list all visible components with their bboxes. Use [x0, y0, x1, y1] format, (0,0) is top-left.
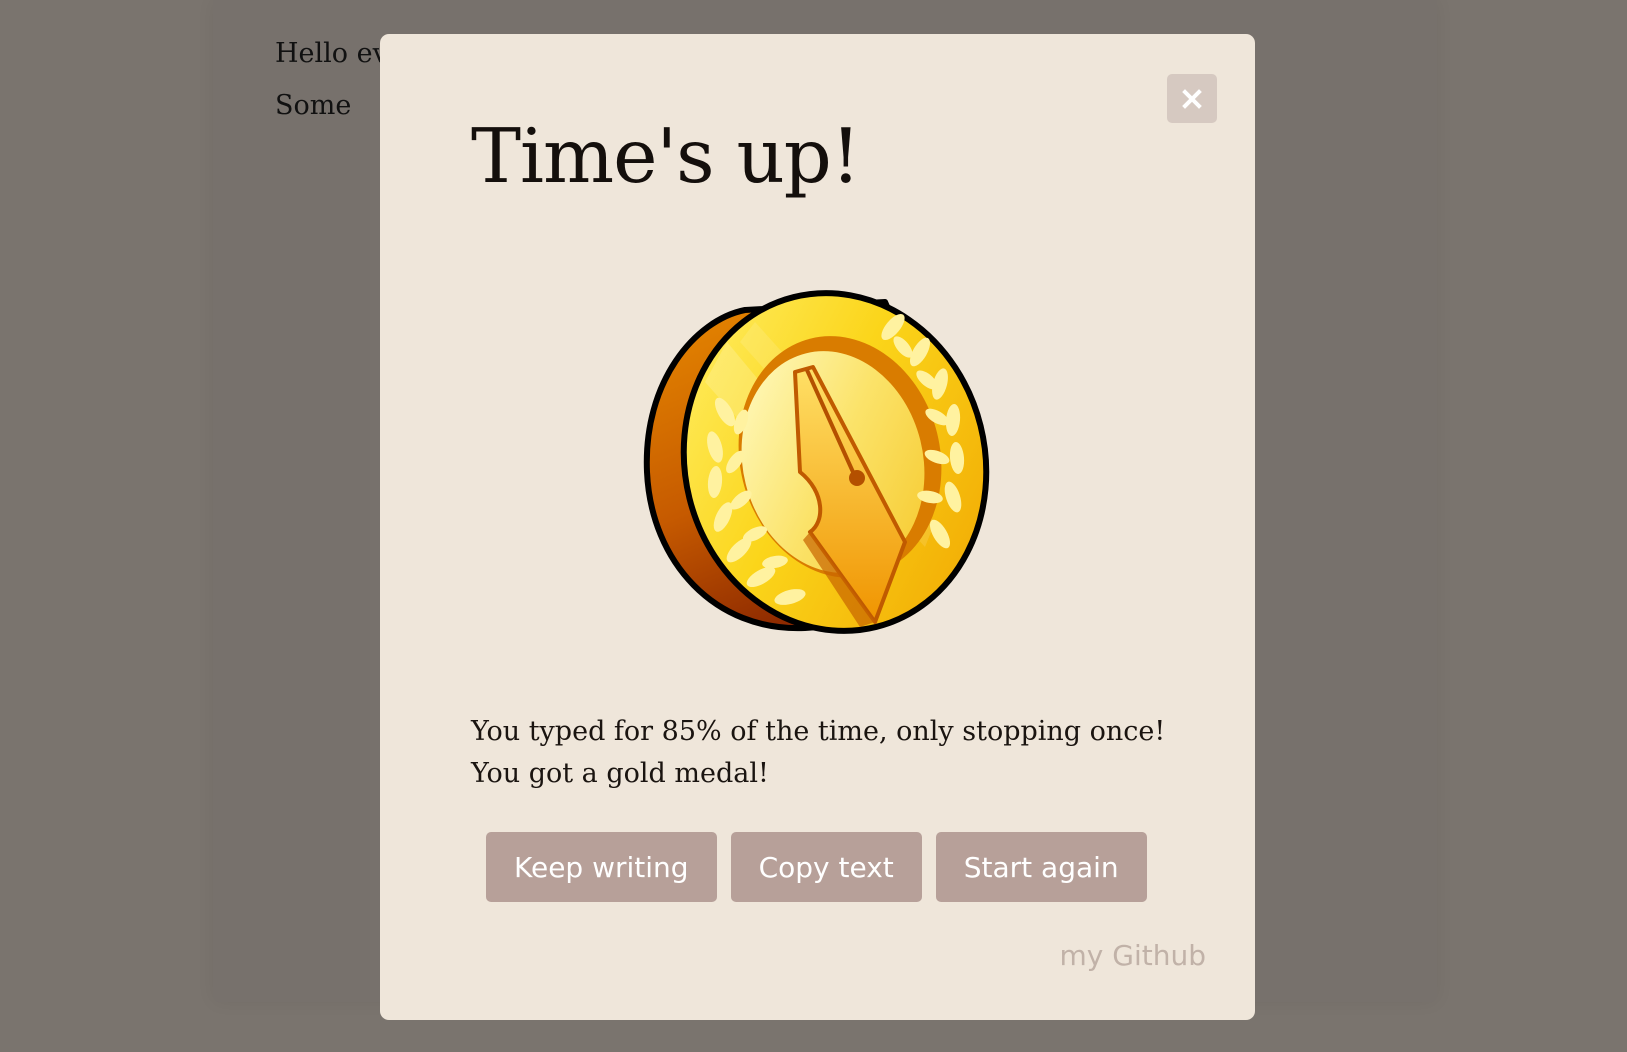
dialog-title: Time's up!	[471, 112, 861, 200]
result-line: You typed for 85% of the time, only stop…	[471, 716, 1166, 747]
close-button[interactable]	[1167, 74, 1217, 123]
copy-text-button[interactable]: Copy text	[730, 832, 922, 902]
document-line: Some	[275, 90, 352, 121]
start-again-button[interactable]: Start again	[935, 832, 1147, 902]
result-message: You typed for 85% of the time, only stop…	[471, 711, 1171, 795]
keep-writing-button[interactable]: Keep writing	[486, 832, 717, 902]
close-icon	[1182, 88, 1202, 109]
result-line: You got a gold medal!	[471, 758, 769, 789]
gold-medal-pen-icon	[643, 290, 990, 634]
action-buttons: Keep writing Copy text Start again	[486, 832, 1147, 902]
times-up-dialog: Time's up! You typed for 85% of the time…	[380, 34, 1255, 1020]
github-link[interactable]: my Github	[1060, 939, 1206, 972]
